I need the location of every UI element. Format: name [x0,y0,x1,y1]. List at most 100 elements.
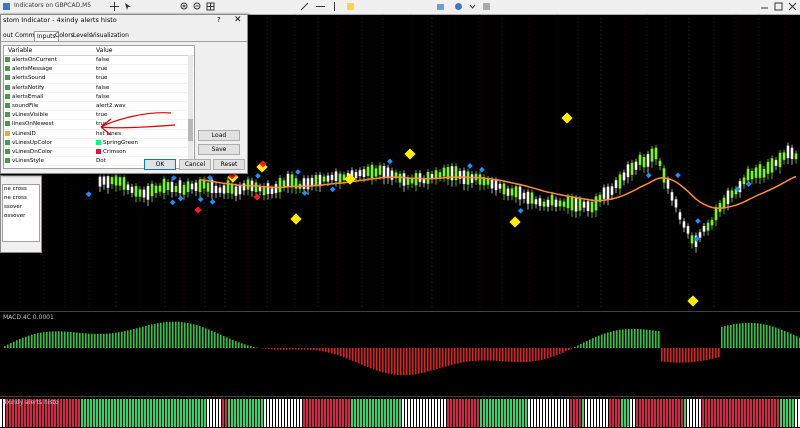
histo-bar [585,399,587,427]
candle [651,149,654,162]
table-row[interactable]: alertsOnCurrentfalse [4,56,194,65]
histo-bar [357,399,359,427]
macd-bar [415,348,417,374]
macd-bar [376,348,378,371]
list-item[interactable]: ssover [3,203,39,212]
row-value[interactable]: true [96,65,107,73]
header-value: Value [96,47,112,54]
histo-bar [99,399,101,427]
macd-bar [673,348,675,363]
restore-icon[interactable] [774,2,783,11]
table-row[interactable]: alertsMessagetrue [4,65,194,74]
macd-bar [457,348,459,363]
close-icon[interactable] [788,2,797,11]
macd-bar [229,339,231,348]
table-row[interactable]: alertsSoundtrue [4,74,194,83]
list-item[interactable]: ne cross [3,185,39,194]
macd-bar [721,327,723,348]
fibo-tool-icon[interactable] [346,2,355,11]
table-row[interactable]: alertsEmailfalse [4,93,194,102]
candle [611,186,614,195]
save-button[interactable]: Save [198,144,240,155]
line-tool-icon[interactable] [300,2,309,11]
candle [583,202,586,208]
macd-bar [94,334,96,348]
row-value[interactable]: Dot [96,157,106,165]
alert-marker [675,172,681,178]
candle [439,172,442,177]
row-value[interactable]: false [96,56,109,64]
histo-bar [693,399,695,427]
candle [175,186,178,192]
histo-bar [255,399,257,427]
histo-bar [360,399,362,427]
zoom-in-icon[interactable] [180,2,189,11]
histo-bar [519,399,521,427]
table-row[interactable]: vLinesDnColorCrimson [4,148,194,157]
chevron-down-icon[interactable] [468,2,477,11]
histo-bar [324,399,326,427]
histo-bar [429,399,431,427]
period-icon[interactable] [436,2,445,11]
row-value[interactable]: false [96,84,109,92]
histo-bar [60,399,62,427]
macd-bar [520,348,522,362]
candle [363,169,366,177]
histo-bar [453,399,455,427]
load-button[interactable]: Load [198,130,240,141]
grid-icon[interactable] [206,2,215,11]
help-button[interactable]: ? [217,16,221,24]
crosshair-icon[interactable] [110,2,119,11]
table-scrollbar[interactable] [188,55,193,167]
macd-bar [196,325,198,348]
table-row[interactable]: alertsNotifyfalse [4,84,194,93]
settings-icon[interactable] [454,2,463,11]
histo-bar [417,399,419,427]
list-item[interactable]: ne cross [3,194,39,203]
scrollbar-thumb[interactable] [188,119,193,141]
candle [607,187,610,199]
histo-bar [510,399,512,427]
minimize-icon[interactable] [760,2,769,11]
vline-tool-icon[interactable] [330,2,339,11]
candle [219,187,222,192]
macd-bar [502,348,504,361]
macd-bar [253,347,255,348]
candle [683,221,686,227]
macd-bar [589,340,591,348]
list-item[interactable]: ossover [3,212,39,221]
candle [571,196,574,210]
templates-icon[interactable] [482,2,491,11]
candle [775,160,778,166]
histo-bar [399,399,401,427]
histo-bar [225,399,227,427]
cursor-icon[interactable] [124,2,133,11]
tab-visualization[interactable]: Visualization [89,31,131,40]
row-value[interactable]: Crimson [96,148,126,156]
close-button[interactable]: ✕ [234,15,242,25]
row-value[interactable]: true [96,74,107,82]
signal-marker [290,213,301,224]
macd-panel[interactable]: MACD 4C 0.0001 [0,311,800,396]
histo-bar [318,399,320,427]
macd-bar [409,348,411,375]
indicator-list[interactable]: ne cross ne cross ssover ossover [2,184,40,242]
row-value[interactable]: false [96,93,109,101]
macd-bar [790,333,792,348]
hline-tool-icon[interactable] [316,2,325,11]
cancel-button[interactable]: Cancel [179,159,211,170]
macd-bar [598,336,600,348]
macd-bar [748,323,750,348]
macd-bar [316,348,318,350]
reset-button[interactable]: Reset [213,159,245,170]
macd-bar [163,322,165,348]
alert-marker [518,208,524,214]
macd-bar [433,348,435,370]
histo-bar [633,399,635,427]
histo-panel[interactable]: 4xindy alerts histo [0,396,800,428]
ok-button[interactable]: OK [144,159,176,170]
chart-icon[interactable] [2,2,11,11]
candle [627,164,630,177]
histo-bar [549,399,551,427]
zoom-out-icon[interactable] [193,2,202,11]
